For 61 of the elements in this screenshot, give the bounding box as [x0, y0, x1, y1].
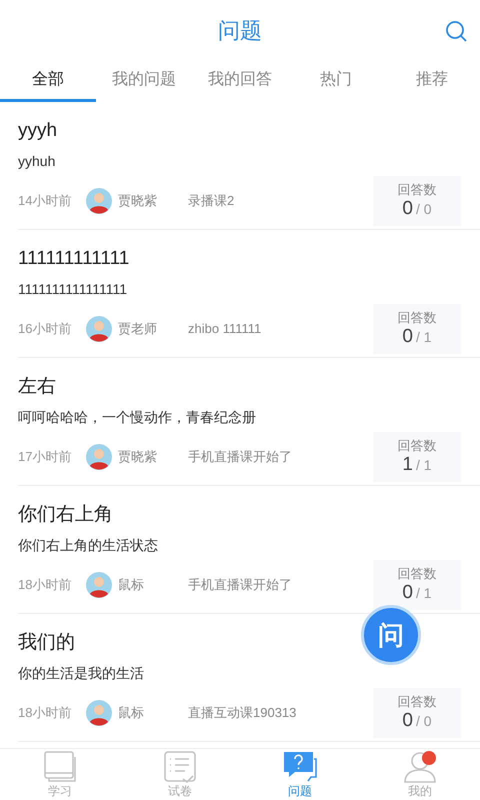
answer-count-label: 回答数 [398, 694, 436, 710]
person-icon [403, 750, 437, 782]
time-text: 17小时前 [18, 448, 72, 466]
answer-count-label: 回答数 [398, 438, 436, 454]
course-name: 录播课2 [188, 192, 236, 210]
total-count: / 0 [416, 200, 432, 219]
author-name: 贾晓紫 [118, 448, 158, 466]
question-title: 111111111111 [18, 246, 130, 271]
tab[interactable]: 我的回答 [192, 60, 288, 102]
ask-button[interactable]: 问 [361, 605, 421, 665]
avatar-icon [86, 700, 112, 726]
time-text: 14小时前 [18, 192, 72, 210]
author-name: 鼠标 [118, 576, 145, 594]
nav-tab[interactable]: 学习 [0, 749, 120, 800]
answer-count-label: 回答数 [398, 566, 436, 582]
author-name: 贾老师 [118, 320, 158, 338]
avatar-icon [86, 444, 112, 470]
avatar-icon [86, 316, 112, 342]
total-count: / 1 [416, 328, 432, 347]
question-title: yyyh [18, 118, 58, 143]
avatar-icon [86, 572, 112, 598]
avatar-icon [86, 188, 112, 214]
question-body: 你们右上角的生活状态 [18, 536, 158, 554]
answer-count-label: 回答数 [398, 310, 436, 326]
course-name: 手机直播课开始了 [188, 448, 293, 466]
question-title: 左右 [18, 374, 56, 399]
question-title: 我们的 [18, 630, 75, 655]
tab[interactable]: 全部 [0, 60, 96, 102]
total-count: / 0 [416, 712, 432, 731]
answered-count: 0 [402, 710, 413, 732]
course-name: 手机直播课开始了 [188, 576, 293, 594]
time-text: 16小时前 [18, 320, 72, 338]
answered-count: 0 [402, 582, 413, 604]
answered-count: 0 [402, 326, 413, 348]
question-bubble-icon [283, 750, 317, 782]
book-icon [43, 750, 77, 782]
question-body: 1111111111111111 [18, 280, 127, 298]
page-title: 问题 [218, 16, 262, 44]
answered-count: 1 [402, 454, 413, 476]
question-title: 你们右上角 [18, 502, 113, 527]
search-icon[interactable] [445, 20, 467, 42]
question-body: 呵呵哈哈哈，一个慢动作，青春纪念册 [18, 408, 256, 426]
course-name: 直播互动课190313 [188, 704, 298, 722]
author-name: 鼠标 [118, 704, 145, 722]
total-count: / 1 [416, 584, 432, 603]
checklist-icon [163, 750, 197, 782]
author-name: 贾晓紫 [118, 192, 158, 210]
tab[interactable]: 热门 [288, 60, 384, 102]
tab[interactable]: 推荐 [384, 60, 480, 102]
time-text: 18小时前 [18, 576, 72, 594]
answered-count: 0 [402, 198, 413, 220]
question-body: 你的生活是我的生活 [18, 664, 144, 682]
answer-count-label: 回答数 [398, 182, 436, 198]
nav-tab[interactable]: 试卷 [120, 749, 240, 800]
nav-tab[interactable]: 我的 [360, 749, 480, 800]
nav-tab[interactable]: 问题 [240, 749, 360, 800]
question-body: yyhuh [18, 152, 56, 171]
total-count: / 1 [416, 456, 432, 475]
course-name: zhibo 111111 [188, 320, 262, 338]
time-text: 18小时前 [18, 704, 72, 722]
tab[interactable]: 我的问题 [96, 60, 192, 102]
